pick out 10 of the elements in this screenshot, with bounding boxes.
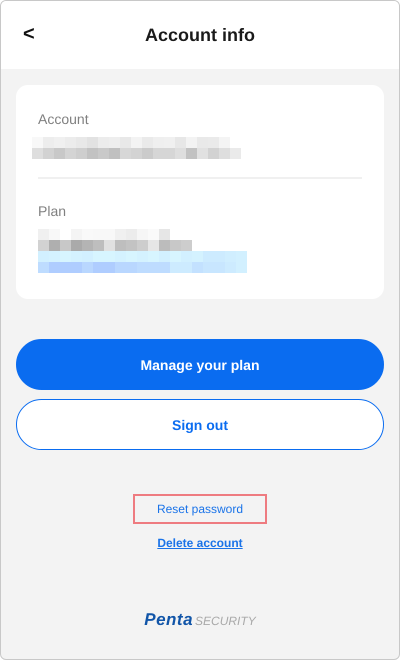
logo-suffix: SECURITY: [195, 614, 256, 628]
field-label: Account: [38, 111, 90, 127]
text-link[interactable]: Delete account: [157, 536, 243, 550]
logo-brand: Penta: [144, 610, 194, 630]
field-label: Plan: [38, 203, 68, 219]
back-button[interactable]: <: [19, 23, 39, 46]
text-link[interactable]: Reset password: [132, 494, 268, 524]
primary-button[interactable]: Manage your plan: [16, 339, 384, 390]
page-title: Account info: [145, 24, 255, 46]
outline-button[interactable]: Sign out: [16, 399, 384, 450]
